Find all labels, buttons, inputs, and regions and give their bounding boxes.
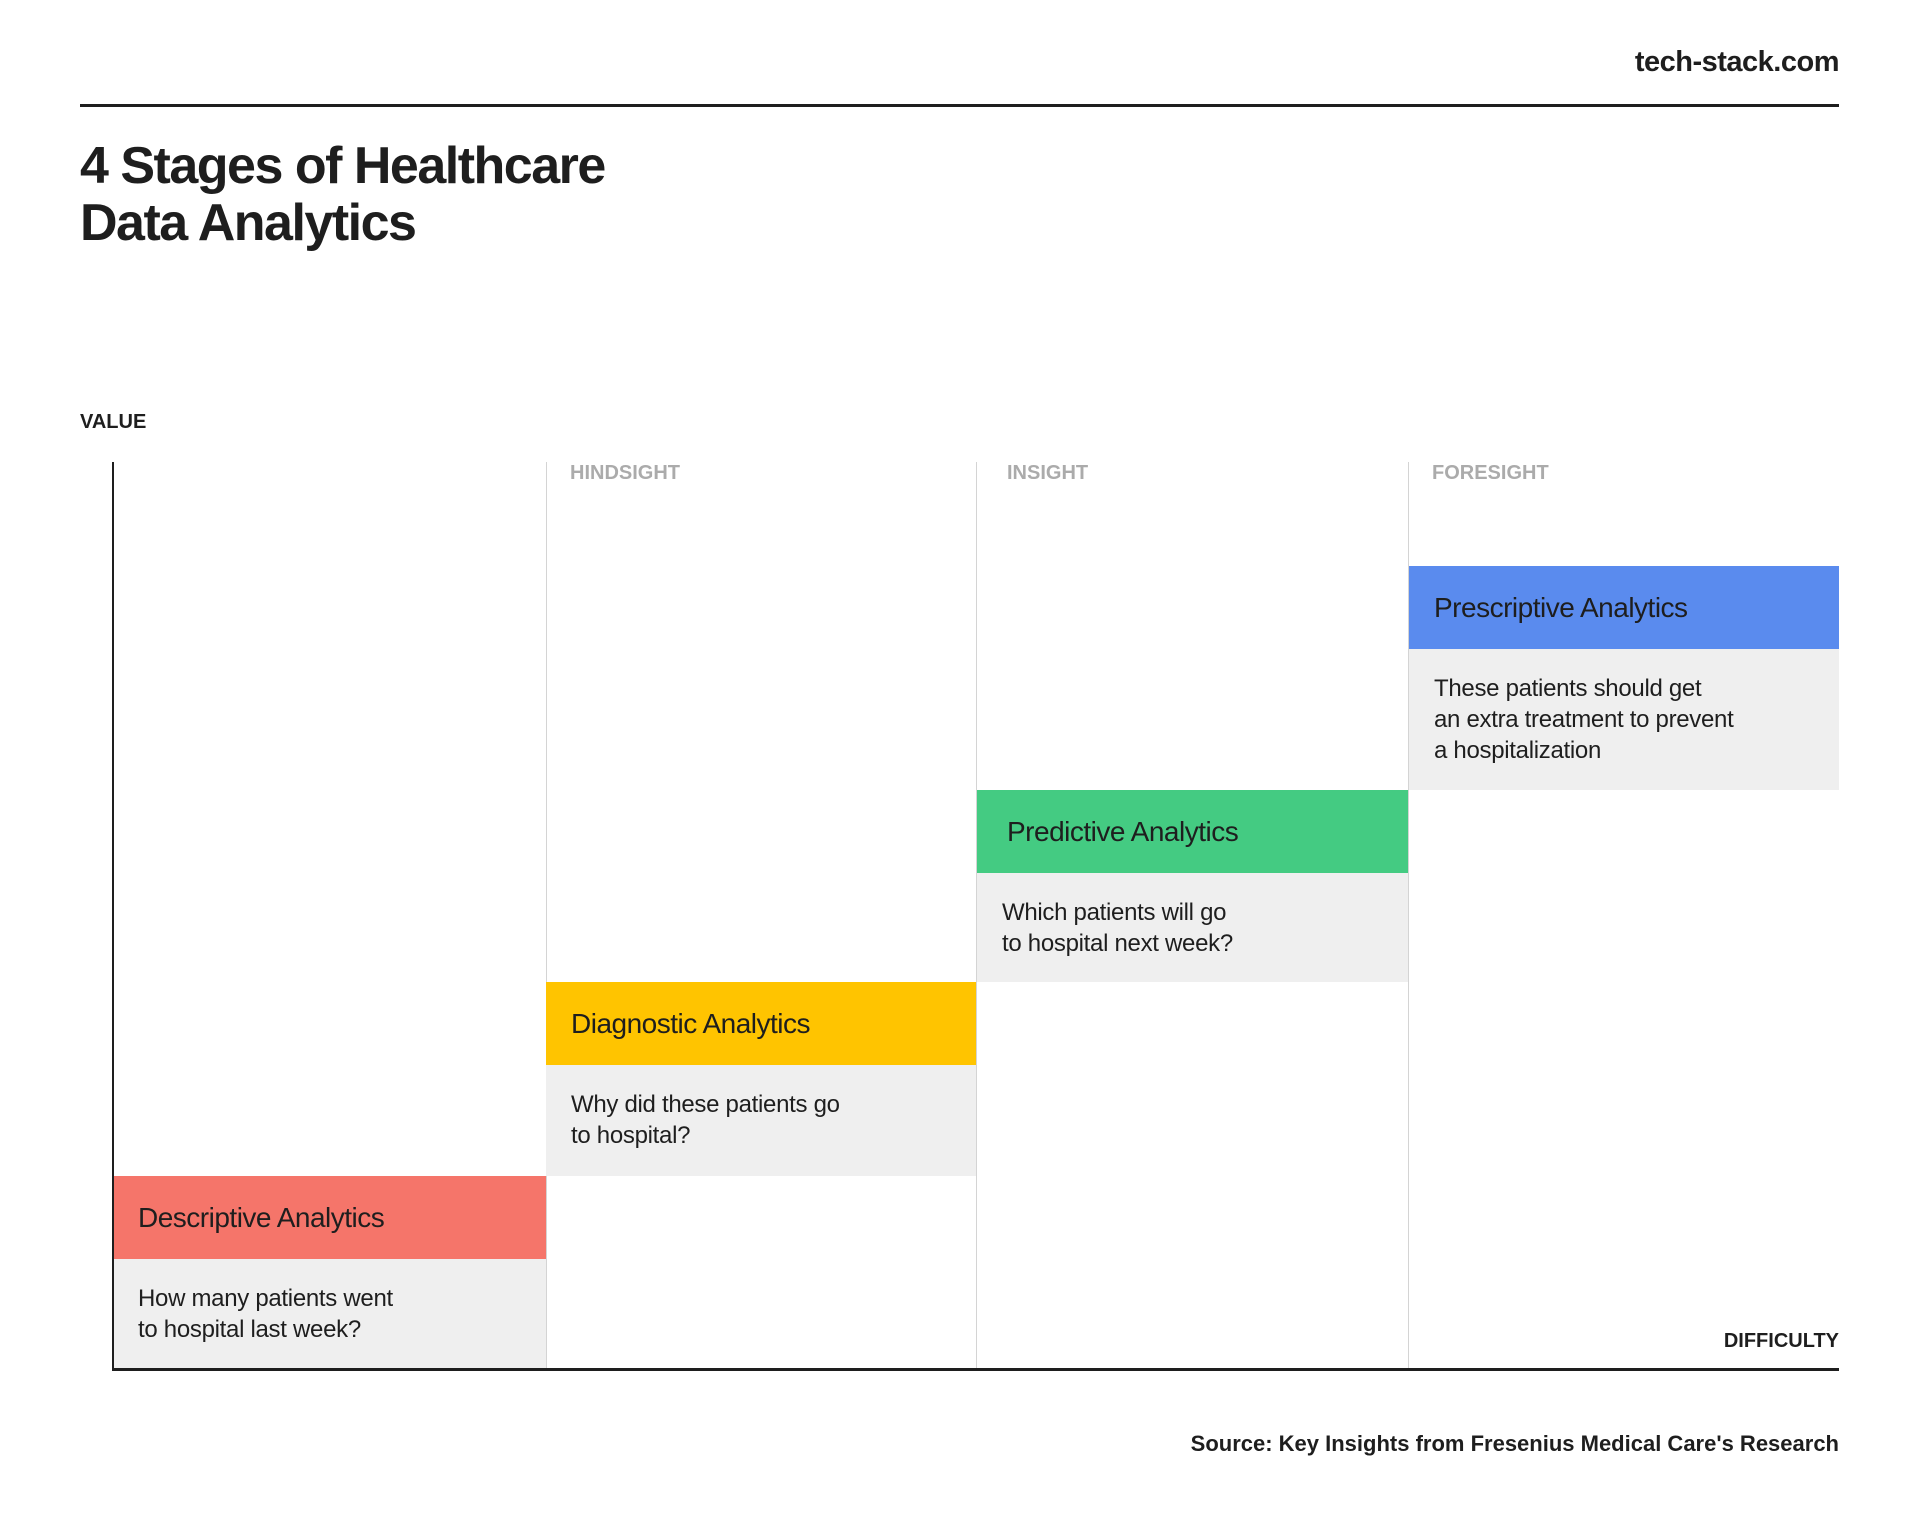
stage-question: Why did these patients go to hospital? (546, 1065, 976, 1176)
stage-header: Predictive Analytics (977, 790, 1408, 873)
stage-header: Diagnostic Analytics (546, 982, 976, 1065)
site-name: tech-stack.com (1634, 46, 1840, 78)
stage-question: How many patients went to hospital last … (113, 1259, 546, 1370)
page-title: 4 Stages of Healthcare Data Analytics (80, 137, 606, 252)
title-line-1: 4 Stages of Healthcare (80, 137, 606, 195)
column-label-insight: INSIGHT (1007, 462, 1089, 484)
y-axis-label: VALUE (80, 411, 147, 433)
y-axis (112, 462, 114, 1370)
header-divider (80, 104, 1839, 107)
stage-header: Descriptive Analytics (113, 1176, 546, 1259)
stage-header: Prescriptive Analytics (1409, 566, 1839, 649)
column-label-foresight: FORESIGHT (1432, 462, 1549, 484)
column-label-hindsight: HINDSIGHT (570, 462, 680, 484)
stage-question: Which patients will go to hospital next … (977, 873, 1408, 982)
source-note: Source: Key Insights from Fresenius Medi… (1190, 1431, 1839, 1456)
stage-prescriptive: Prescriptive Analytics These patients sh… (1409, 566, 1839, 790)
stage-question: These patients should get an extra treat… (1409, 649, 1839, 790)
stage-descriptive: Descriptive Analytics How many patients … (113, 1176, 546, 1370)
stage-predictive: Predictive Analytics Which patients will… (977, 790, 1408, 982)
x-axis (112, 1368, 1839, 1371)
stage-diagnostic: Diagnostic Analytics Why did these patie… (546, 982, 976, 1176)
title-line-2: Data Analytics (80, 194, 417, 252)
x-axis-label: DIFFICULTY (1723, 1330, 1839, 1352)
column-divider (546, 462, 547, 1369)
